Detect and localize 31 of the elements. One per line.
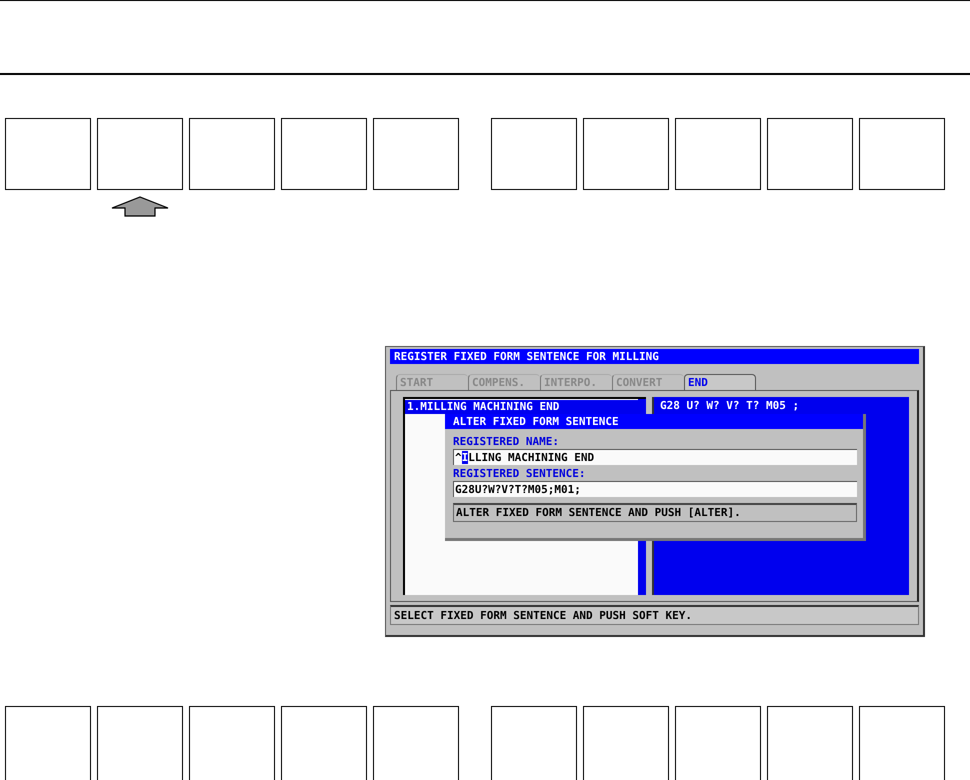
input-field[interactable]: G28U?W?V?T?M05;M01; (453, 481, 857, 497)
soft-key[interactable] (189, 706, 275, 780)
soft-key[interactable] (583, 706, 669, 780)
soft-key[interactable] (491, 118, 577, 190)
soft-key[interactable] (373, 706, 459, 780)
soft-key[interactable] (583, 118, 669, 190)
soft-key[interactable] (189, 118, 275, 190)
list-item[interactable]: 1.MILLING MACHINING END (405, 400, 638, 414)
soft-key[interactable] (675, 706, 761, 780)
screen-title: REGISTER FIXED FORM SENTENCE FOR MILLING (390, 349, 919, 364)
soft-key[interactable] (859, 118, 945, 190)
soft-key[interactable] (97, 118, 183, 190)
soft-key[interactable] (675, 118, 761, 190)
soft-key[interactable] (5, 706, 91, 780)
dialog-title: ALTER FIXED FORM SENTENCE (445, 414, 863, 429)
soft-key[interactable] (491, 706, 577, 780)
dialog-message: ALTER FIXED FORM SENTENCE AND PUSH [ALTER]. (453, 503, 857, 522)
soft-key[interactable] (859, 706, 945, 780)
soft-key[interactable] (373, 118, 459, 190)
soft-key[interactable] (281, 118, 367, 190)
soft-key[interactable] (97, 706, 183, 780)
field-label: REGISTERED SENTENCE: (453, 467, 586, 481)
tab[interactable]: END (684, 374, 756, 390)
soft-key[interactable] (281, 706, 367, 780)
field-label: REGISTERED NAME: (453, 435, 560, 449)
soft-key[interactable] (5, 118, 91, 190)
input-field[interactable]: ^ILLING MACHINING END (453, 449, 857, 465)
soft-key[interactable] (767, 118, 853, 190)
preview-text: G28 U? W? V? T? M05 ; (660, 399, 800, 412)
status-message: SELECT FIXED FORM SENTENCE AND PUSH SOFT KEY. (390, 605, 919, 625)
soft-key[interactable] (767, 706, 853, 780)
